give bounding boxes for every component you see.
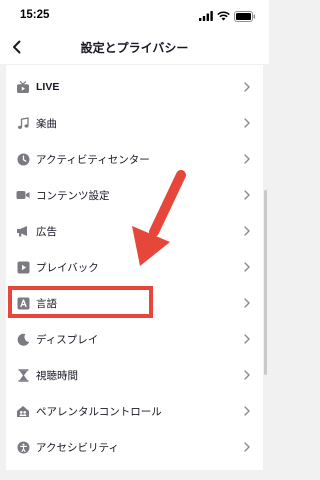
settings-item-label: 広告 xyxy=(36,225,57,238)
settings-item-label: アクティビティセンター xyxy=(36,153,150,166)
scroll-indicator[interactable] xyxy=(264,190,267,375)
chevron-right-icon xyxy=(243,117,251,129)
settings-item-live[interactable]: LIVE xyxy=(6,69,263,105)
hourglass-icon xyxy=(16,368,30,382)
clock-icon xyxy=(16,152,30,166)
music-note-icon xyxy=(16,116,30,130)
chevron-right-icon xyxy=(243,405,251,417)
page-title: 設定とプライバシー xyxy=(80,41,189,55)
chevron-right-icon xyxy=(243,153,251,165)
settings-item-screen-time[interactable]: 視聴時間 xyxy=(6,357,263,393)
battery-icon xyxy=(234,10,255,22)
settings-item-display[interactable]: ディスプレイ xyxy=(6,321,263,357)
settings-item-activity-center[interactable]: アクティビティセンター xyxy=(6,141,263,177)
chevron-right-icon xyxy=(243,225,251,237)
settings-item-ads[interactable]: 広告 xyxy=(6,213,263,249)
chevron-right-icon xyxy=(243,81,251,93)
settings-list: LIVE 楽曲 アクティビティセンター コンテンツ設定 広告 プレイバック 言語… xyxy=(6,65,263,470)
chevron-right-icon xyxy=(243,441,251,453)
settings-item-label: プレイバック xyxy=(36,261,99,274)
wifi-icon xyxy=(217,11,230,21)
settings-item-content-preferences[interactable]: コンテンツ設定 xyxy=(6,177,263,213)
settings-item-label: 視聴時間 xyxy=(36,369,78,382)
settings-item-label: アクセシビリティ xyxy=(36,441,119,454)
settings-item-music[interactable]: 楽曲 xyxy=(6,105,263,141)
chevron-right-icon xyxy=(243,189,251,201)
settings-item-label: コンテンツ設定 xyxy=(36,189,110,202)
settings-item-label: LIVE xyxy=(36,81,60,93)
settings-item-label: 楽曲 xyxy=(36,117,57,130)
status-bar: 15:25 xyxy=(0,0,269,30)
signal-icon xyxy=(199,11,213,21)
settings-item-label: ディスプレイ xyxy=(36,333,99,346)
settings-item-accessibility[interactable]: アクセシビリティ xyxy=(6,429,263,465)
nav-bar: 設定とプライバシー xyxy=(0,30,269,64)
status-time: 15:25 xyxy=(20,9,50,21)
settings-item-playback[interactable]: プレイバック xyxy=(6,249,263,285)
chevron-right-icon xyxy=(243,369,251,381)
settings-item-language[interactable]: 言語 xyxy=(6,285,263,321)
settings-item-label: ペアレンタルコントロール xyxy=(36,405,162,418)
status-icons xyxy=(199,10,256,22)
megaphone-icon xyxy=(16,224,30,238)
chevron-right-icon xyxy=(243,297,251,309)
language-icon xyxy=(16,296,30,310)
chevron-right-icon xyxy=(243,261,251,273)
play-square-icon xyxy=(16,260,30,274)
chevron-right-icon xyxy=(243,333,251,345)
accessibility-icon xyxy=(16,440,30,454)
tv-icon xyxy=(16,80,30,94)
video-camera-icon xyxy=(16,188,30,202)
bottom-safe-area xyxy=(0,470,269,480)
family-house-icon xyxy=(16,404,30,418)
settings-item-family-pairing[interactable]: ペアレンタルコントロール xyxy=(6,393,263,429)
moon-icon xyxy=(16,332,30,346)
settings-item-label: 言語 xyxy=(36,297,57,310)
